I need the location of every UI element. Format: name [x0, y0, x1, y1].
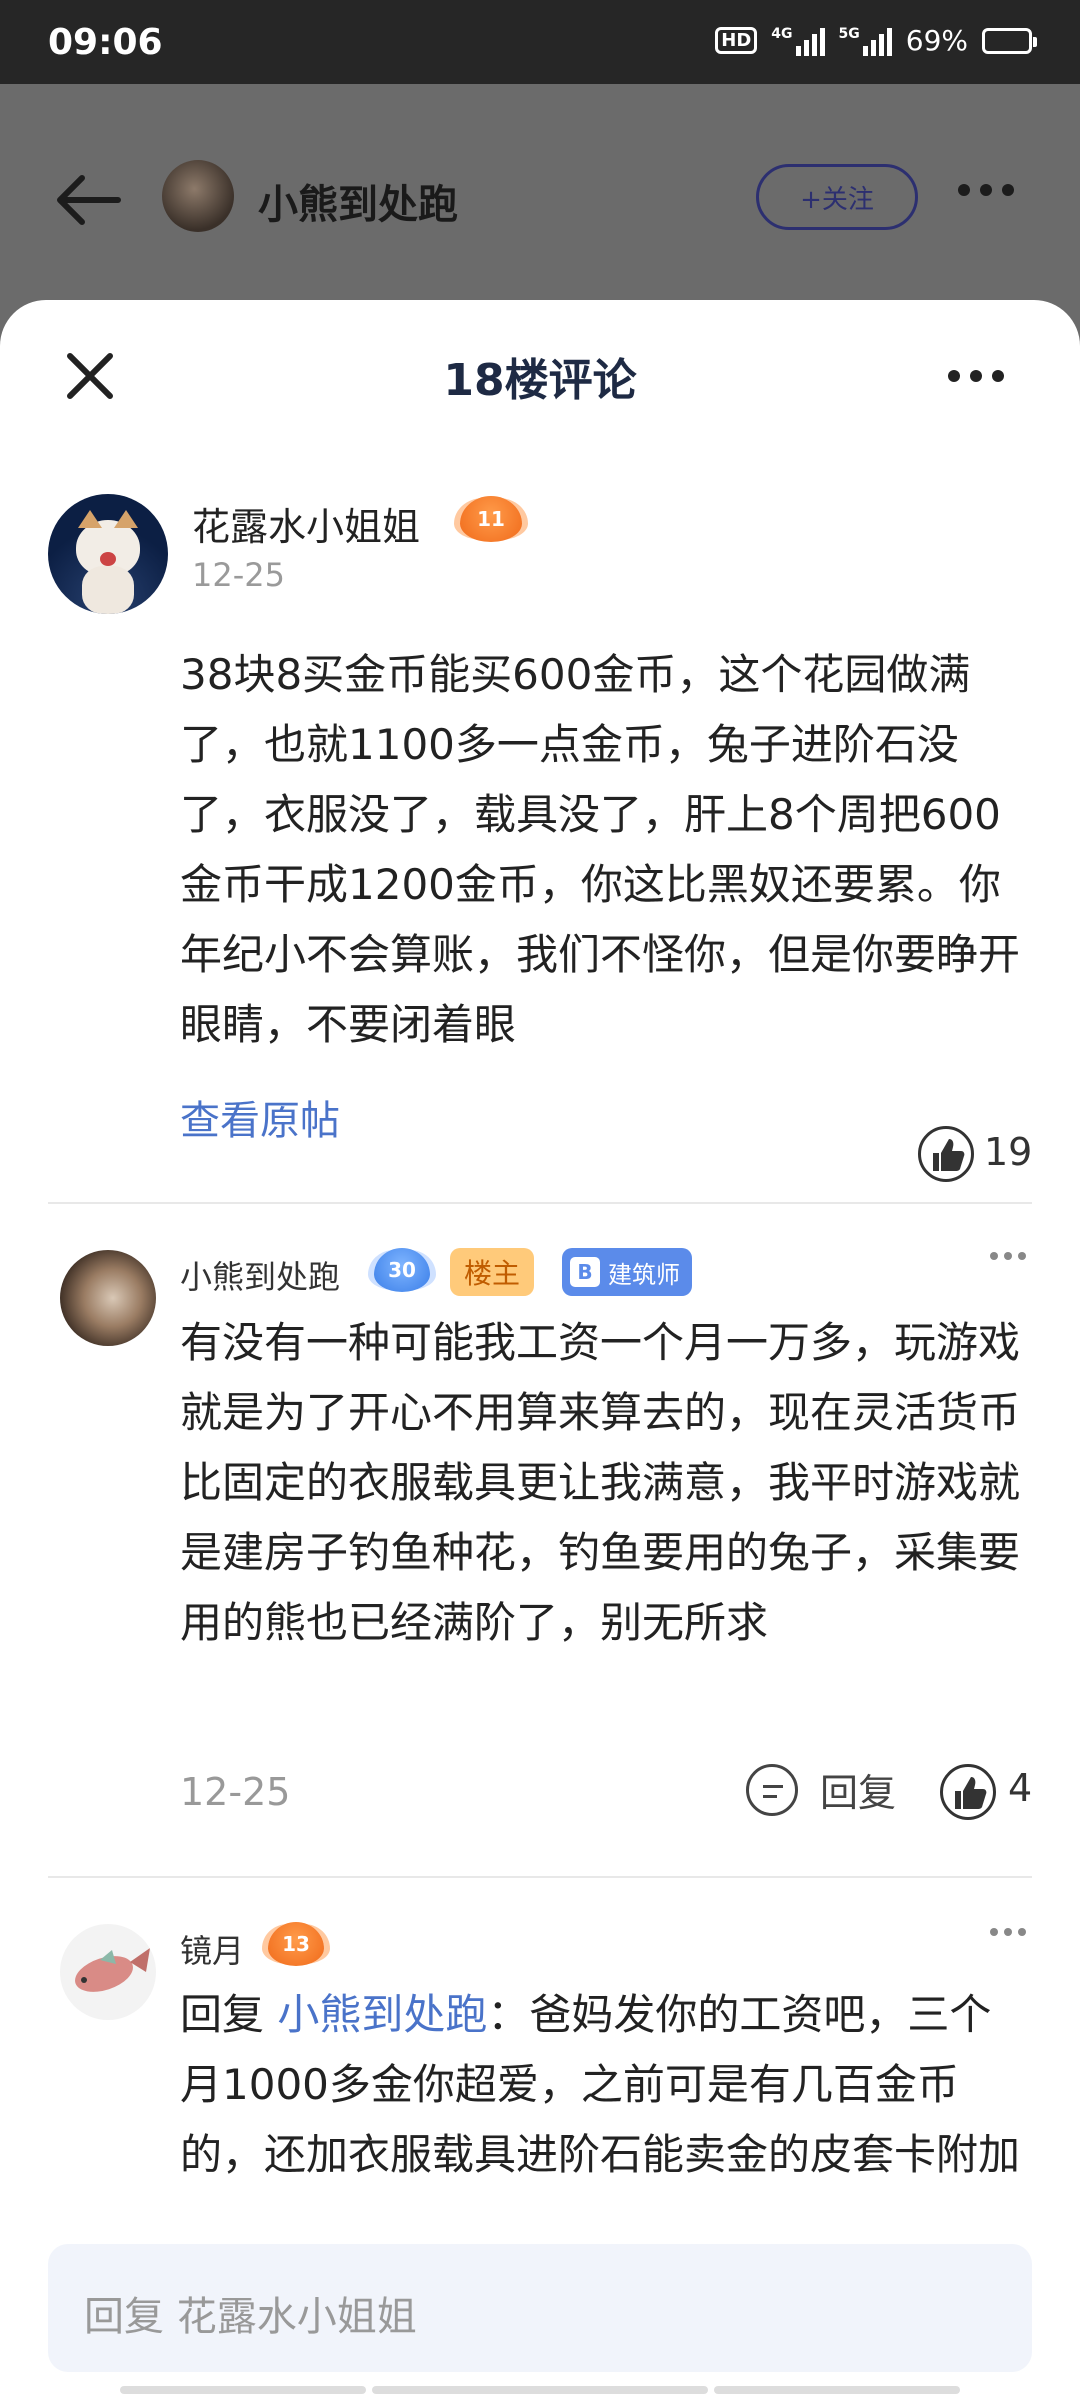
- author-name[interactable]: 小熊到处跑: [258, 172, 458, 230]
- status-bar: 09:06 HD 4G 5G 69%: [0, 0, 1080, 84]
- level-badge-icon: 11: [460, 496, 522, 542]
- reply-more-icon[interactable]: [990, 1252, 1026, 1260]
- sheet-title: 18楼评论: [443, 355, 637, 406]
- owner-tag: 楼主: [450, 1248, 535, 1296]
- reply-text: 有没有一种可能我工资一个月一万多，玩游戏就是为了开心不用算来算去的，现在灵活货币…: [180, 1318, 1021, 1647]
- fish-icon: [75, 1948, 150, 1992]
- like-icon[interactable]: [918, 1126, 974, 1182]
- builder-tag: B 建筑师: [562, 1248, 692, 1296]
- mention-link[interactable]: 小熊到处跑: [277, 1990, 487, 2039]
- comment-icon: [746, 1763, 798, 1816]
- reply-text: 回复 小熊到处跑：爸妈发你的工资吧，三个月1000多金你超爱，之前可是有几百金币…: [180, 1980, 1030, 2176]
- status-icons: HD 4G 5G 69%: [715, 24, 1037, 57]
- more-options-icon[interactable]: [958, 184, 1014, 196]
- builder-tag-label: 建筑师: [608, 1260, 680, 1289]
- comment-text: 38块8买金币能买600金币，这个花园做满了，也就1100多一点金币，兔子进阶石…: [180, 650, 1021, 1049]
- comment-sheet: 18楼评论 花露水小姐姐 11 12-25 38块8买金币能买600金币，这个花…: [0, 300, 1080, 2400]
- reply-prefix: 回复: [180, 1990, 278, 2039]
- signal-4g-icon: 4G: [771, 26, 825, 56]
- divider: [48, 1202, 1032, 1204]
- comment-date: 12-25: [192, 556, 285, 594]
- like-icon[interactable]: [940, 1764, 996, 1820]
- sheet-more-icon[interactable]: [948, 370, 1004, 382]
- hd-icon: HD: [715, 27, 758, 54]
- reply-label: 回复: [820, 1771, 897, 1815]
- reply-more-icon[interactable]: [990, 1928, 1026, 1936]
- reply-button[interactable]: 回复: [746, 1762, 896, 1817]
- reply-avatar[interactable]: [60, 1924, 156, 2020]
- level-badge-icon: 30: [374, 1248, 430, 1292]
- commenter-name[interactable]: 花露水小姐姐: [192, 496, 420, 551]
- builder-icon: B: [570, 1257, 600, 1287]
- view-original-link[interactable]: 查看原帖: [180, 1088, 340, 1146]
- reply-input[interactable]: 回复 花露水小姐姐: [48, 2244, 1032, 2372]
- commenter-avatar[interactable]: [48, 494, 168, 614]
- reply-input-placeholder: 回复 花露水小姐姐: [84, 2294, 417, 2340]
- battery-percent: 69%: [905, 24, 968, 57]
- like-count: 19: [984, 1130, 1033, 1174]
- post-header: 小熊到处跑 +关注: [0, 84, 1080, 300]
- follow-button[interactable]: +关注: [756, 164, 918, 230]
- like-count: 4: [1008, 1766, 1033, 1810]
- author-avatar[interactable]: [162, 160, 234, 232]
- reply-username[interactable]: 小熊到处跑: [180, 1252, 340, 1298]
- status-time: 09:06: [48, 22, 163, 63]
- level-badge-icon: 13: [268, 1922, 324, 1966]
- nav-indicator: [120, 2386, 366, 2394]
- battery-icon: [982, 27, 1037, 54]
- nav-indicator: [372, 2386, 708, 2394]
- reply-date: 12-25: [180, 1770, 291, 1814]
- signal-5g-icon: 5G: [839, 26, 892, 56]
- reply-avatar[interactable]: [60, 1250, 156, 1346]
- back-arrow-icon[interactable]: [52, 170, 122, 230]
- nav-indicator: [714, 2386, 960, 2394]
- divider: [48, 1876, 1032, 1878]
- reply-username[interactable]: 镜月: [180, 1926, 244, 1972]
